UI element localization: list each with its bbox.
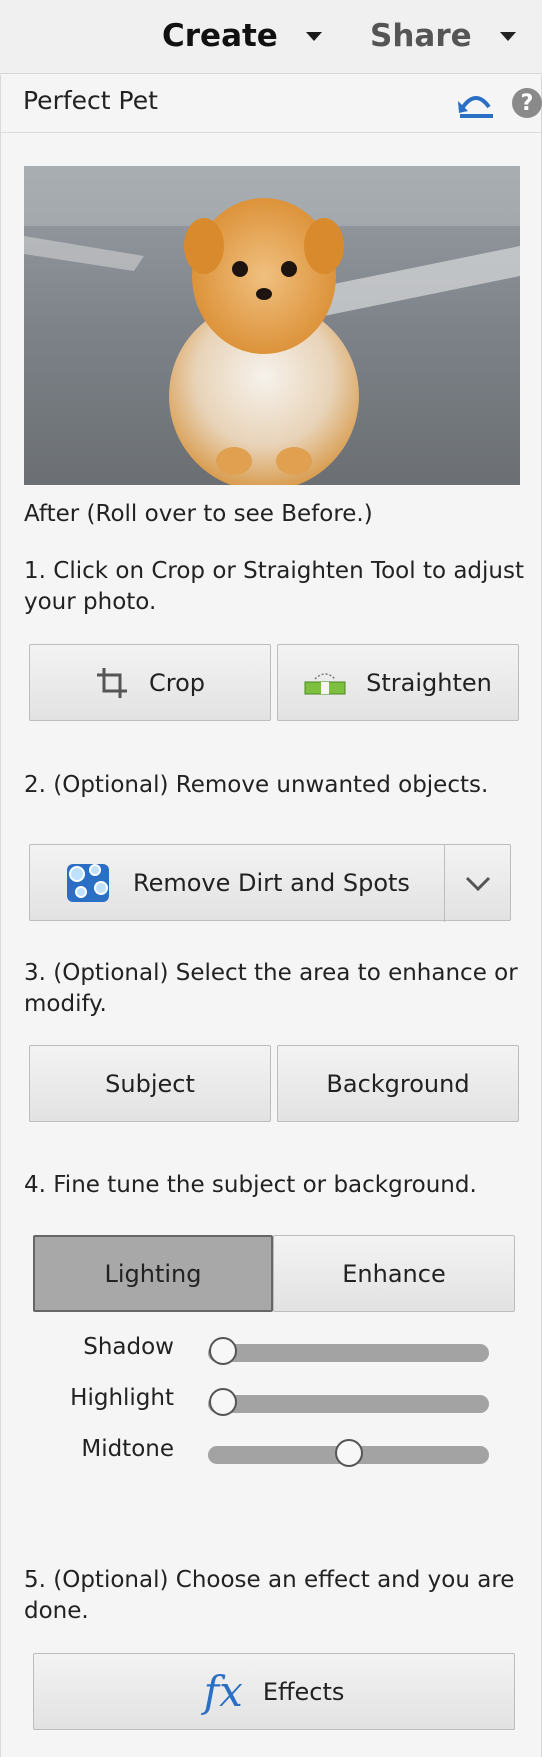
help-button[interactable]: ? <box>512 88 542 118</box>
undo-reset-icon <box>458 96 493 118</box>
step-4-text: 4. Fine tune the subject or background. <box>24 1172 477 1198</box>
create-menu[interactable]: Create <box>162 12 322 60</box>
slider-thumb[interactable] <box>209 1337 237 1365</box>
pomeranian-photo <box>24 166 520 485</box>
slider-label: Shadow <box>83 1334 174 1360</box>
guided-edit-panel: Perfect Pet ? After (Roll over to see Be… <box>0 75 542 1757</box>
crop-label: Crop <box>148 668 205 697</box>
slider-midtone: Midtone <box>1 1432 541 1472</box>
share-menu-label: Share <box>370 18 472 54</box>
remove-dirt-spots-label: Remove Dirt and Spots <box>133 868 410 897</box>
straighten-label: Straighten <box>366 668 492 697</box>
slider-highlight: Highlight <box>1 1381 541 1421</box>
step-2-text: 2. (Optional) Remove unwanted objects. <box>24 772 489 798</box>
create-menu-label: Create <box>162 18 278 54</box>
crop-icon <box>95 666 129 700</box>
effects-label: Effects <box>262 1677 345 1706</box>
slider-label: Highlight <box>70 1385 174 1411</box>
slider-label: Midtone <box>81 1436 174 1462</box>
step-5-text: 5. (Optional) Choose an effect and you a… <box>24 1567 515 1624</box>
slider-thumb[interactable] <box>334 1439 363 1467</box>
background-label: Background <box>326 1069 470 1098</box>
step-1-text: 1. Click on Crop or Straighten Tool to a… <box>24 558 525 615</box>
before-after-hint: After (Roll over to see Before.) <box>24 501 373 527</box>
remove-options-dropdown[interactable] <box>444 845 510 922</box>
tab-enhance[interactable]: Enhance <box>273 1235 515 1312</box>
panel-header: Perfect Pet ? <box>1 75 542 133</box>
fx-icon: fx <box>203 1667 243 1716</box>
remove-dirt-spots-button[interactable]: Remove Dirt and Spots <box>29 844 511 922</box>
chevron-down-icon <box>499 31 516 41</box>
lighting-label: Lighting <box>104 1259 202 1288</box>
chevron-down-icon <box>305 31 322 41</box>
slider-track[interactable] <box>208 1439 489 1467</box>
effects-button[interactable]: fx Effects <box>33 1653 515 1730</box>
reset-button[interactable] <box>457 87 495 121</box>
share-menu[interactable]: Share <box>370 12 516 60</box>
tab-lighting[interactable]: Lighting <box>33 1235 273 1312</box>
slider-shadow: Shadow <box>1 1330 541 1370</box>
preview-photo[interactable] <box>24 166 520 485</box>
subject-label: Subject <box>105 1069 195 1098</box>
level-icon <box>304 669 346 697</box>
subject-button[interactable]: Subject <box>29 1045 271 1122</box>
step-3-text: 3. (Optional) Select the area to enhance… <box>24 960 518 1017</box>
crop-button[interactable]: Crop <box>29 644 271 721</box>
chevron-down-icon <box>465 876 490 891</box>
straighten-button[interactable]: Straighten <box>277 644 519 721</box>
help-icon: ? <box>520 90 534 116</box>
spot-healing-icon <box>63 860 113 906</box>
panel-title: Perfect Pet <box>23 86 158 115</box>
top-menu-bar: Create Share <box>0 0 542 74</box>
background-button[interactable]: Background <box>277 1045 519 1122</box>
slider-track[interactable] <box>208 1337 489 1365</box>
slider-thumb[interactable] <box>209 1388 237 1416</box>
enhance-label: Enhance <box>342 1259 446 1288</box>
slider-track[interactable] <box>208 1388 489 1416</box>
